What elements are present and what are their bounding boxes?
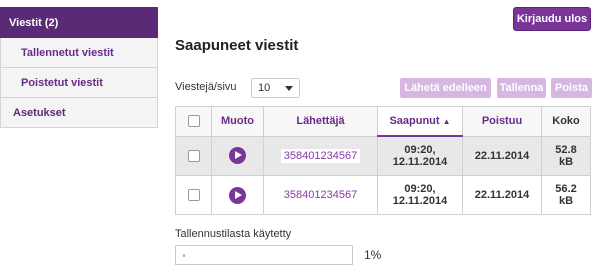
select-all-cell	[175, 106, 212, 137]
row-select-cell	[175, 135, 212, 176]
play-icon[interactable]	[229, 186, 246, 204]
format-cell	[211, 135, 264, 176]
column-header-received[interactable]: Saapunut ▲	[377, 106, 463, 137]
received-time: 09:20,	[404, 144, 436, 156]
storage-usage-fill	[183, 254, 185, 257]
play-icon[interactable]	[229, 147, 246, 165]
column-header-received-label: Saapunut	[389, 115, 440, 127]
storage-label: Tallennustilasta käytetty	[175, 228, 292, 240]
sidebar-item-messages[interactable]: Viestit (2)	[0, 7, 158, 38]
forward-button[interactable]: Lähetä edelleen	[400, 78, 491, 98]
format-cell	[211, 175, 264, 215]
messages-table: Muoto Lähettäjä Saapunut ▲ Poistuu Koko …	[175, 106, 591, 215]
storage-usage-bar	[175, 245, 353, 265]
received-date: 12.11.2014	[392, 195, 448, 207]
sender-link[interactable]: 358401234567	[280, 148, 361, 163]
row-select-cell	[175, 175, 212, 215]
sort-ascending-icon: ▲	[442, 117, 451, 126]
sidebar-item-saved-messages[interactable]: Tallennetut viestit	[0, 38, 158, 68]
logout-button[interactable]: Kirjaudu ulos	[513, 7, 591, 31]
delete-button[interactable]: Poista	[551, 78, 592, 98]
size-cell: 56.2 kB	[541, 175, 591, 215]
size-unit: kB	[558, 155, 574, 168]
per-page-label: Viestejä/sivu	[175, 81, 237, 93]
per-page-select[interactable]: 10	[251, 78, 300, 98]
page-title: Saapuneet viestit	[175, 37, 299, 54]
column-header-size: Koko	[541, 106, 591, 137]
sidebar-item-settings[interactable]: Asetukset	[0, 98, 158, 128]
size-value: 52.8	[555, 143, 577, 156]
table-row[interactable]: 358401234567 09:20, 12.11.2014 22.11.201…	[175, 135, 591, 176]
size-value: 56.2	[555, 183, 577, 195]
column-header-sender[interactable]: Lähettäjä	[263, 106, 378, 137]
storage-percent: 1%	[364, 248, 382, 262]
size-unit: kB	[558, 195, 574, 207]
save-button[interactable]: Tallenna	[497, 78, 546, 98]
received-cell: 09:20, 12.11.2014	[377, 135, 463, 176]
per-page-value: 10	[258, 82, 271, 94]
received-cell: 09:20, 12.11.2014	[377, 175, 463, 215]
select-all-checkbox[interactable]	[187, 115, 200, 128]
expires-cell: 22.11.2014	[462, 175, 542, 215]
received-time: 09:20,	[404, 183, 436, 195]
row-checkbox[interactable]	[187, 149, 200, 162]
table-row[interactable]: 358401234567 09:20, 12.11.2014 22.11.201…	[175, 175, 591, 215]
sidebar-item-deleted-messages[interactable]: Poistetut viestit	[0, 68, 158, 98]
table-header-row: Muoto Lähettäjä Saapunut ▲ Poistuu Koko	[175, 106, 591, 137]
sender-cell: 358401234567	[263, 135, 378, 176]
expires-cell: 22.11.2014	[462, 135, 542, 176]
sender-cell: 358401234567	[263, 175, 378, 215]
column-header-expires[interactable]: Poistuu	[462, 106, 542, 137]
received-date: 12.11.2014	[392, 156, 448, 168]
row-checkbox[interactable]	[187, 189, 200, 202]
chevron-down-icon	[285, 86, 293, 91]
size-cell: 52.8 kB	[541, 135, 591, 176]
sender-link[interactable]: 358401234567	[280, 188, 361, 202]
sidebar: Viestit (2) Tallennetut viestit Poistetu…	[0, 7, 158, 128]
column-header-format[interactable]: Muoto	[211, 106, 264, 137]
